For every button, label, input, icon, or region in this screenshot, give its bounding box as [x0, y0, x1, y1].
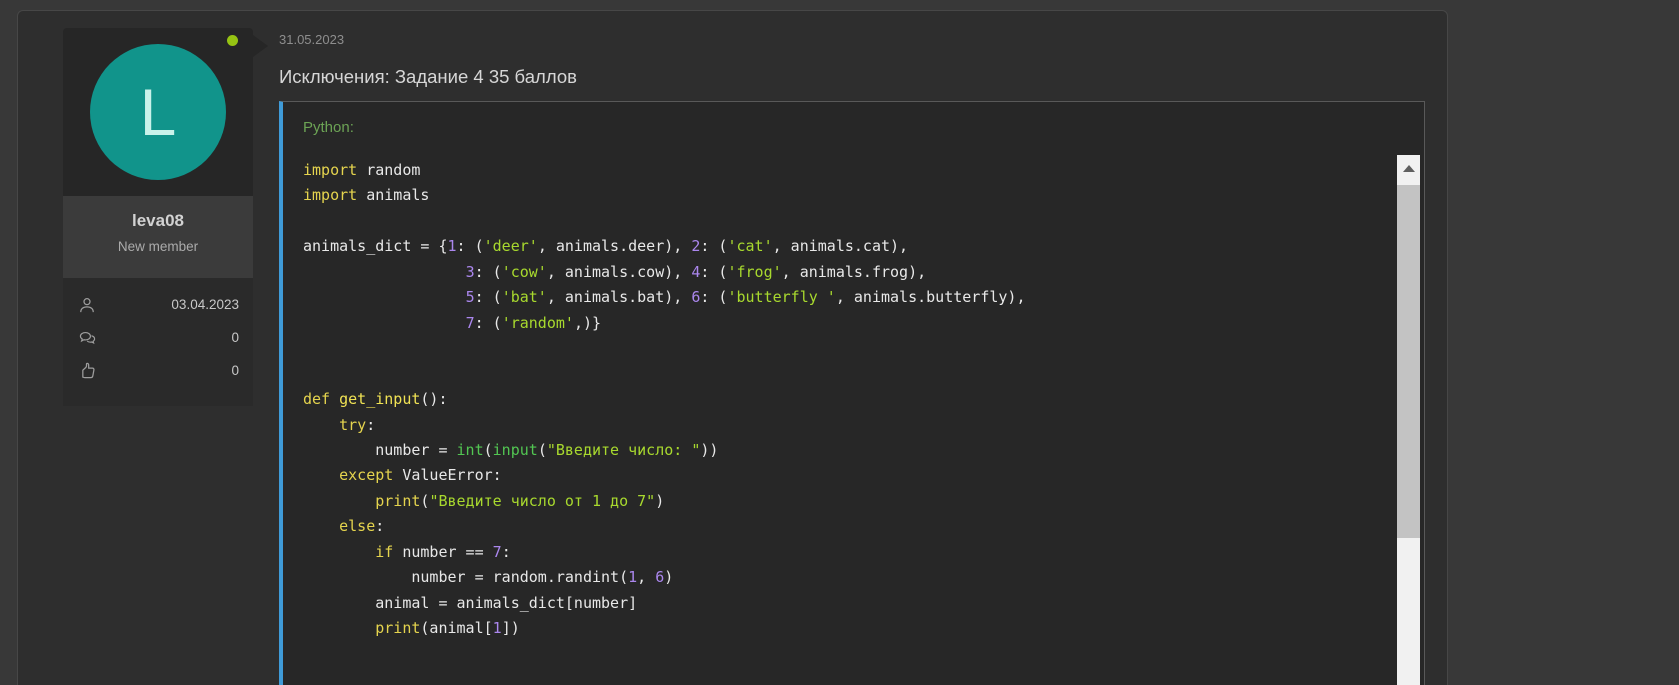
- code-line: [303, 209, 1390, 234]
- code-line: animals_dict = {1: ('deer', animals.deer…: [303, 234, 1390, 259]
- stat-row-messages: 0: [77, 321, 239, 354]
- user-stats: 03.04.2023 0 0: [63, 278, 253, 406]
- stat-row-joined: 03.04.2023: [77, 288, 239, 321]
- joined-date: 03.04.2023: [171, 297, 239, 312]
- scrollbar-thumb[interactable]: [1397, 185, 1420, 538]
- code-line: print("Введите число от 1 до 7"): [303, 489, 1390, 514]
- code-line: number = int(input("Введите число: ")): [303, 438, 1390, 463]
- post-date[interactable]: 31.05.2023: [279, 32, 344, 47]
- code-line: else:: [303, 514, 1390, 539]
- post-title: Исключения: Задание 4 35 баллов: [279, 66, 577, 88]
- code-line: if number == 7:: [303, 540, 1390, 565]
- code-line: print(animal[1]): [303, 616, 1390, 641]
- online-indicator: [227, 35, 238, 46]
- code-line: import random: [303, 158, 1390, 183]
- user-icon: [77, 295, 97, 315]
- scroll-up-button[interactable]: [1397, 155, 1420, 181]
- scroll-up-icon: [1403, 165, 1415, 172]
- code-content: import randomimport animals animals_dict…: [303, 158, 1390, 685]
- stat-row-reactions: 0: [77, 354, 239, 387]
- avatar-letter: L: [140, 79, 177, 145]
- code-language-label: Python:: [303, 119, 354, 136]
- post-container: L leva08 New member 03.04.2023: [17, 10, 1448, 685]
- page: L leva08 New member 03.04.2023: [0, 0, 1679, 685]
- code-line: def get_input():: [303, 387, 1390, 412]
- reaction-icon: [77, 361, 97, 381]
- messages-icon: [77, 328, 98, 348]
- code-line: 5: ('bat', animals.bat), 6: ('butterfly …: [303, 285, 1390, 310]
- code-line: animal = animals_dict[number]: [303, 591, 1390, 616]
- messages-count: 0: [231, 330, 239, 345]
- code-line: except ValueError:: [303, 463, 1390, 488]
- code-block: Python: import randomimport animals anim…: [279, 101, 1425, 685]
- avatar-pointer: [253, 35, 268, 57]
- code-line: number = random.randint(1, 6): [303, 565, 1390, 590]
- code-scrollbar[interactable]: [1397, 155, 1420, 685]
- code-line: 3: ('cow', animals.cow), 4: ('frog', ani…: [303, 260, 1390, 285]
- user-role: New member: [63, 239, 253, 254]
- avatar[interactable]: L: [90, 44, 226, 180]
- code-line: [303, 336, 1390, 361]
- user-info-cell: leva08 New member: [63, 196, 253, 278]
- username-link[interactable]: leva08: [63, 211, 253, 231]
- reaction-count: 0: [231, 363, 239, 378]
- code-line: try:: [303, 413, 1390, 438]
- code-line: import animals: [303, 183, 1390, 208]
- code-line: 7: ('random',)}: [303, 311, 1390, 336]
- avatar-cell: L: [63, 28, 253, 196]
- code-line: [303, 362, 1390, 387]
